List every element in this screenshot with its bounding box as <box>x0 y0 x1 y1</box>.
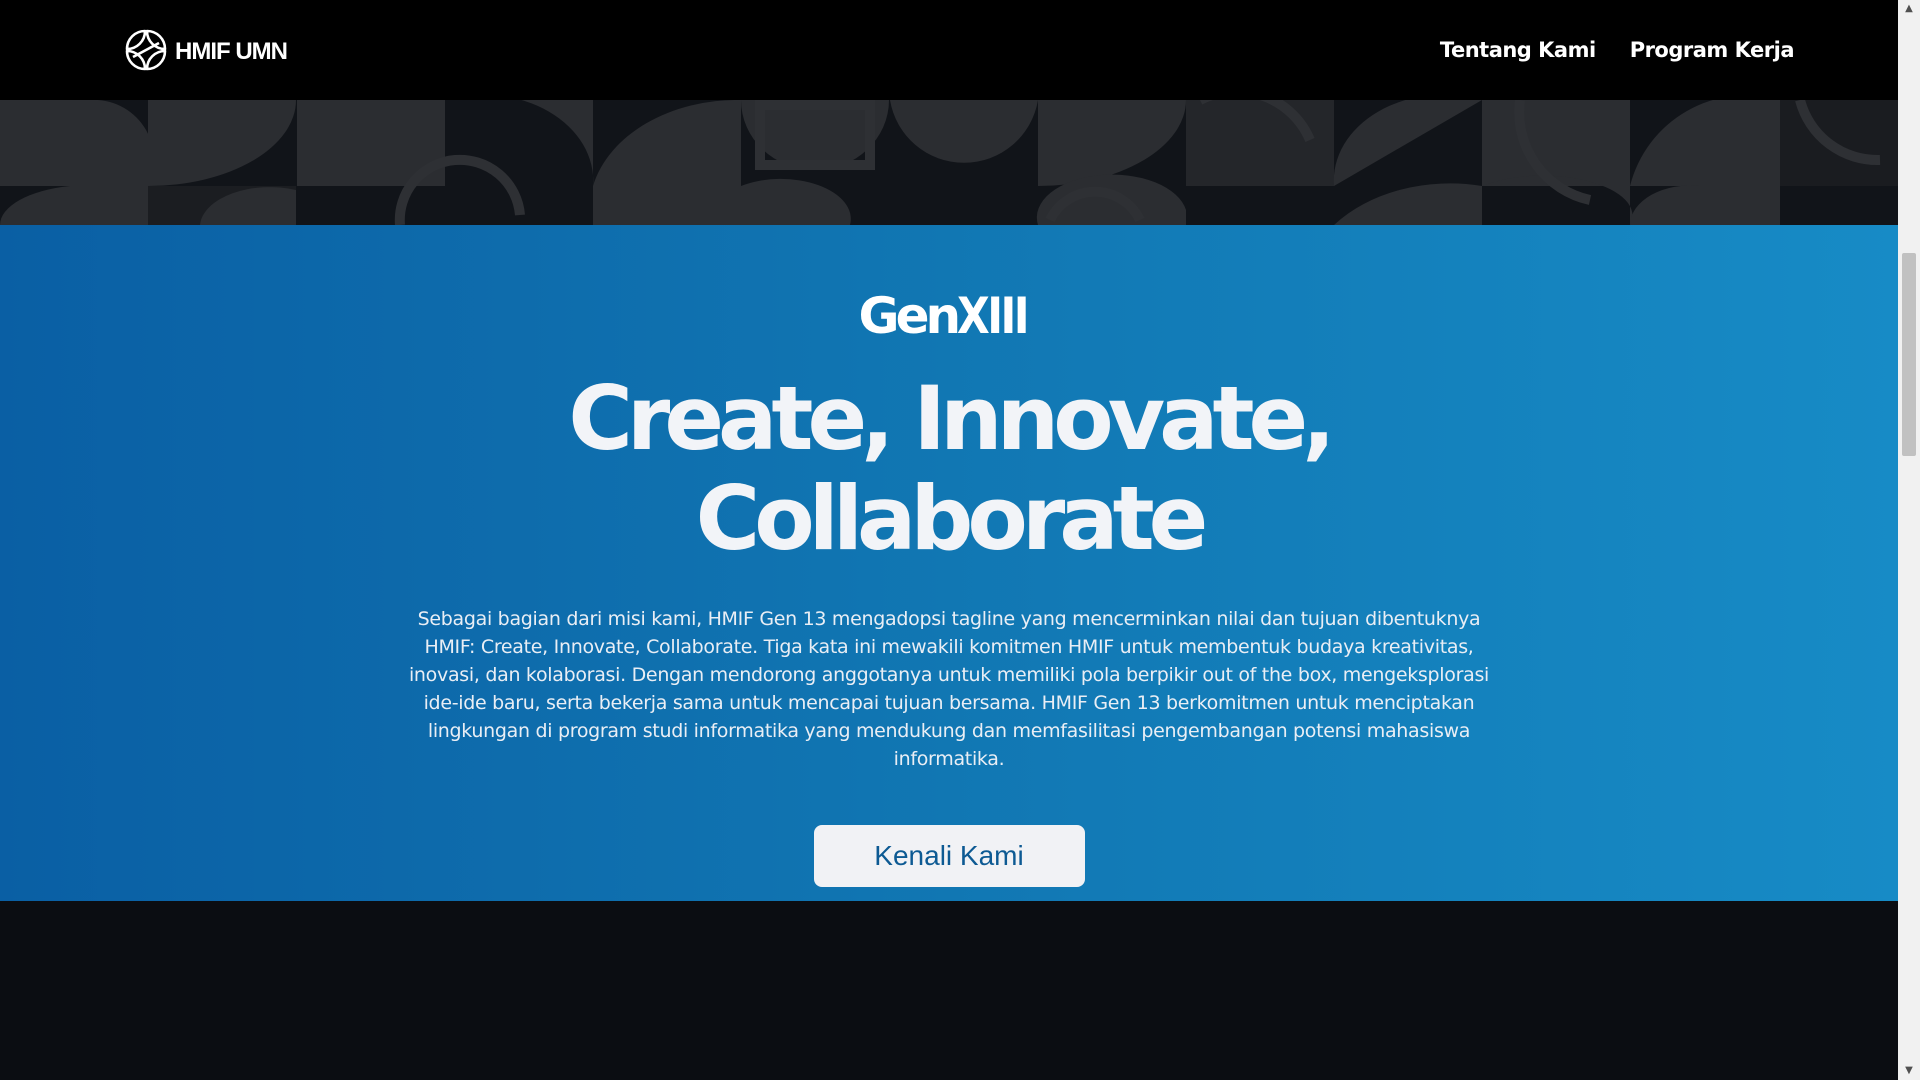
hmif-logo-icon <box>125 29 167 71</box>
scrollbar-thumb[interactable] <box>1902 253 1916 456</box>
hero-title: Create, Innovate, Collaborate <box>499 369 1399 569</box>
brand-home-link[interactable]: HMIF UMN <box>123 27 288 73</box>
navbar: HMIF UMN Tentang Kami Program Kerja <box>0 0 1898 100</box>
page: HMIF UMN Tentang Kami Program Kerja Gen … <box>0 0 1898 1080</box>
next-section <box>0 901 1898 1080</box>
vertical-scrollbar[interactable]: ▲ ▼ <box>1898 0 1920 1080</box>
gen-xiii-logo: Gen XIII <box>859 287 1040 345</box>
hero-description: Sebagai bagian dari misi kami, HMIF Gen … <box>408 608 1490 770</box>
nav-link-tentang-kami[interactable]: Tentang Kami <box>1440 38 1596 62</box>
hero-title-line-2: Collaborate <box>695 467 1209 570</box>
nav-links: Tentang Kami Program Kerja <box>1440 38 1795 62</box>
gen-logo-numeral: XIII <box>957 287 1030 345</box>
hero-section: Gen XIII Create, Innovate, Collaborate S… <box>0 225 1898 901</box>
hero-title-line-1: Create, Innovate, <box>568 367 1335 470</box>
gen-logo-word: Gen <box>858 287 962 345</box>
scroll-up-arrow-icon[interactable]: ▲ <box>1898 0 1920 18</box>
kenali-kami-button[interactable]: Kenali Kami <box>813 825 1085 887</box>
scroll-down-arrow-icon[interactable]: ▼ <box>1898 1062 1920 1080</box>
brand-name: HMIF UMN <box>175 38 288 65</box>
decorative-pattern-banner <box>0 100 1898 225</box>
nav-link-program-kerja[interactable]: Program Kerja <box>1630 38 1795 62</box>
